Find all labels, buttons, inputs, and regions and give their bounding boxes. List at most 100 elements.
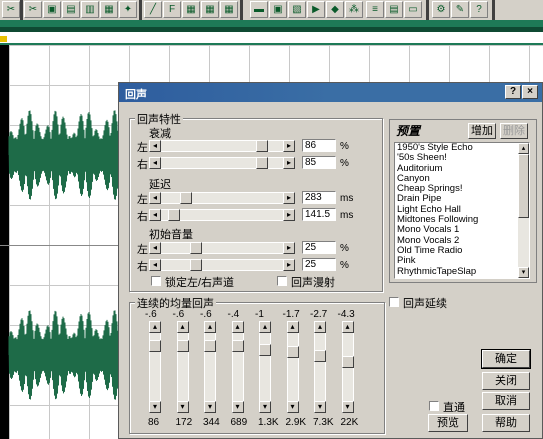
continue-echo-checkbox[interactable] [389,297,399,307]
arrow-right-icon[interactable]: ▸ [283,192,295,204]
arrow-right-icon[interactable]: ▸ [283,157,295,169]
arrow-right-icon[interactable]: ▸ [283,209,295,221]
arrow-up-icon[interactable]: ▴ [149,321,161,333]
spectral-view-icon[interactable]: ▣ [269,1,287,18]
grid-icon[interactable]: ▤ [385,1,403,18]
arrow-up-icon[interactable]: ▴ [231,321,244,333]
echo-bounce-checkbox[interactable] [277,276,287,286]
cancel-button[interactable]: 取消 [482,392,530,410]
arrow-down-icon[interactable]: ▾ [341,401,354,413]
delay-right-slider[interactable]: ◂ ▸ [149,209,295,221]
paste-icon[interactable]: ▤ [62,1,80,18]
cue-icon[interactable]: ◆ [326,1,344,18]
eq-band-slider[interactable]: ▴ ▾ [286,321,299,413]
ok-button[interactable]: 确定 [481,349,531,369]
copy-icon[interactable]: ▣ [43,1,61,18]
arrow-up-icon[interactable]: ▴ [259,321,271,333]
playhead-marker[interactable] [0,36,7,42]
arrow-right-icon[interactable]: ▸ [283,140,295,152]
arrow-down-icon[interactable]: ▾ [231,401,244,413]
arrow-left-icon[interactable]: ◂ [149,157,161,169]
initial-volume-right-slider[interactable]: ◂ ▸ [149,259,295,271]
arrow-right-icon[interactable]: ▸ [283,259,295,271]
scroll-down-icon[interactable]: ▾ [518,267,529,278]
arrow-left-icon[interactable]: ◂ [149,209,161,221]
view-icon[interactable]: ▦ [182,1,200,18]
arrow-down-icon[interactable]: ▾ [176,401,189,413]
initial-volume-left-slider[interactable]: ◂ ▸ [149,242,295,254]
preset-item[interactable]: Old Time Radio [395,245,529,256]
decay-right-input[interactable]: 85 [302,156,336,169]
slider-thumb[interactable] [168,209,180,221]
view-icon[interactable]: ▦ [220,1,238,18]
slider-thumb[interactable] [256,157,268,169]
preset-item[interactable]: RhythmicTapeSlap [395,266,529,277]
trim-icon[interactable]: ▦ [100,1,118,18]
waveform-view-icon[interactable]: ▬ [250,1,268,18]
slider-thumb[interactable] [204,340,216,352]
arrow-down-icon[interactable]: ▾ [204,401,216,413]
slider-thumb[interactable] [286,346,299,358]
close-icon[interactable]: × [522,85,538,99]
add-preset-button[interactable]: 增加 [468,123,496,139]
arrow-left-icon[interactable]: ◂ [149,192,161,204]
decay-right-slider[interactable]: ◂ ▸ [149,157,295,169]
cut-icon[interactable]: ✂ [24,1,42,18]
edit-icon[interactable]: ✎ [451,1,469,18]
eq-band-slider[interactable]: ▴ ▾ [314,321,326,413]
slider-thumb[interactable] [314,350,326,362]
arrow-down-icon[interactable]: ▾ [259,401,271,413]
decay-left-slider[interactable]: ◂ ▸ [149,140,295,152]
envelope-icon[interactable]: ╱ [144,1,162,18]
frequency-icon[interactable]: F [163,1,181,18]
settings-icon[interactable]: ⚙ [432,1,450,18]
lock-lr-checkbox[interactable] [151,276,161,286]
eq-band-slider[interactable]: ▴ ▾ [149,321,161,413]
delay-left-slider[interactable]: ◂ ▸ [149,192,295,204]
slider-thumb[interactable] [256,140,268,152]
effects-icon[interactable]: ✦ [119,1,137,18]
slider-thumb[interactable] [149,340,161,352]
bypass-checkbox[interactable] [429,401,439,411]
slider-thumb[interactable] [176,340,189,352]
presets-list[interactable]: 1950's Style Echo '50s Sheen! Auditorium Ca… [394,142,530,279]
snap-icon[interactable]: ▭ [404,1,422,18]
eq-band-slider[interactable]: ▴ ▾ [231,321,244,413]
arrow-up-icon[interactable]: ▴ [176,321,189,333]
scroll-thumb[interactable] [518,154,529,218]
arrow-left-icon[interactable]: ◂ [149,242,161,254]
delete-preset-button[interactable]: 删除 [500,123,528,139]
preview-button[interactable]: 预览 [428,414,468,432]
arrow-left-icon[interactable]: ◂ [149,140,161,152]
slider-thumb[interactable] [190,242,202,254]
play-icon[interactable]: ▶ [307,1,325,18]
eq-band-slider[interactable]: ▴ ▾ [259,321,271,413]
arrow-down-icon[interactable]: ▾ [314,401,326,413]
arrow-up-icon[interactable]: ▴ [286,321,299,333]
delay-left-input[interactable]: 283 [302,191,336,204]
close-button[interactable]: 关闭 [482,372,530,390]
arrow-up-icon[interactable]: ▴ [314,321,326,333]
eq-band-slider[interactable]: ▴ ▾ [204,321,216,413]
help-icon[interactable]: ? [470,1,488,18]
initial-volume-right-input[interactable]: 25 [302,258,336,271]
slider-thumb[interactable] [259,344,271,356]
eq-band-slider[interactable]: ▴ ▾ [176,321,189,413]
eq-band-slider[interactable]: ▴ ▾ [341,321,354,413]
dialog-titlebar[interactable]: 回声 ? × [119,83,542,102]
scroll-up-icon[interactable]: ▴ [518,143,529,154]
presets-scrollbar[interactable]: ▴ ▾ [518,143,529,278]
slider-thumb[interactable] [190,259,202,271]
slider-thumb[interactable] [180,192,192,204]
mix-paste-icon[interactable]: ▥ [81,1,99,18]
arrow-down-icon[interactable]: ▾ [286,401,299,413]
overview-bar[interactable] [0,20,543,27]
meter-icon[interactable]: ≡ [366,1,384,18]
tool-icon[interactable]: ✂ [2,1,20,18]
help-title-button[interactable]: ? [505,85,521,99]
initial-volume-left-input[interactable]: 25 [302,241,336,254]
slider-thumb[interactable] [341,356,354,368]
arrow-up-icon[interactable]: ▴ [204,321,216,333]
time-display-icon[interactable]: ⁂ [345,1,363,18]
view-icon[interactable]: ▦ [201,1,219,18]
